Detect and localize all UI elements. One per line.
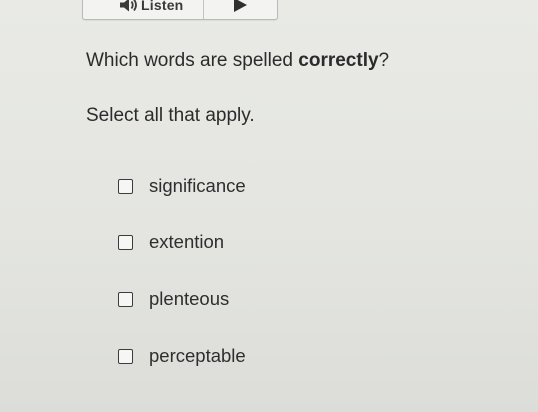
checkbox[interactable] xyxy=(118,234,133,250)
answer-option-significance[interactable]: significance xyxy=(118,174,246,198)
listen-label[interactable]: Listen xyxy=(141,0,183,12)
checkbox[interactable] xyxy=(118,178,133,194)
option-label[interactable]: plenteous xyxy=(149,287,229,311)
question-emphasis: correctly xyxy=(298,50,379,71)
question-text-after: ? xyxy=(378,50,390,71)
checkbox[interactable] xyxy=(118,348,133,364)
speaker-icon[interactable] xyxy=(119,0,139,12)
checkbox[interactable] xyxy=(118,291,133,307)
instruction-text: Select all that apply. xyxy=(86,105,255,126)
option-label[interactable]: perceptable xyxy=(149,344,246,368)
answer-option-perceptable[interactable]: perceptable xyxy=(118,344,246,368)
listen-bar: Listen xyxy=(82,0,278,20)
option-label[interactable]: significance xyxy=(149,174,246,198)
toolbar-divider xyxy=(203,0,204,19)
play-icon[interactable] xyxy=(228,0,250,13)
option-label[interactable]: extention xyxy=(149,230,224,254)
question-text-before: Which words are spelled xyxy=(86,50,299,71)
answer-option-plenteous[interactable]: plenteous xyxy=(118,287,229,311)
question-text: Which words are spelled correctly? xyxy=(86,49,389,73)
answer-option-extention[interactable]: extention xyxy=(118,230,224,254)
